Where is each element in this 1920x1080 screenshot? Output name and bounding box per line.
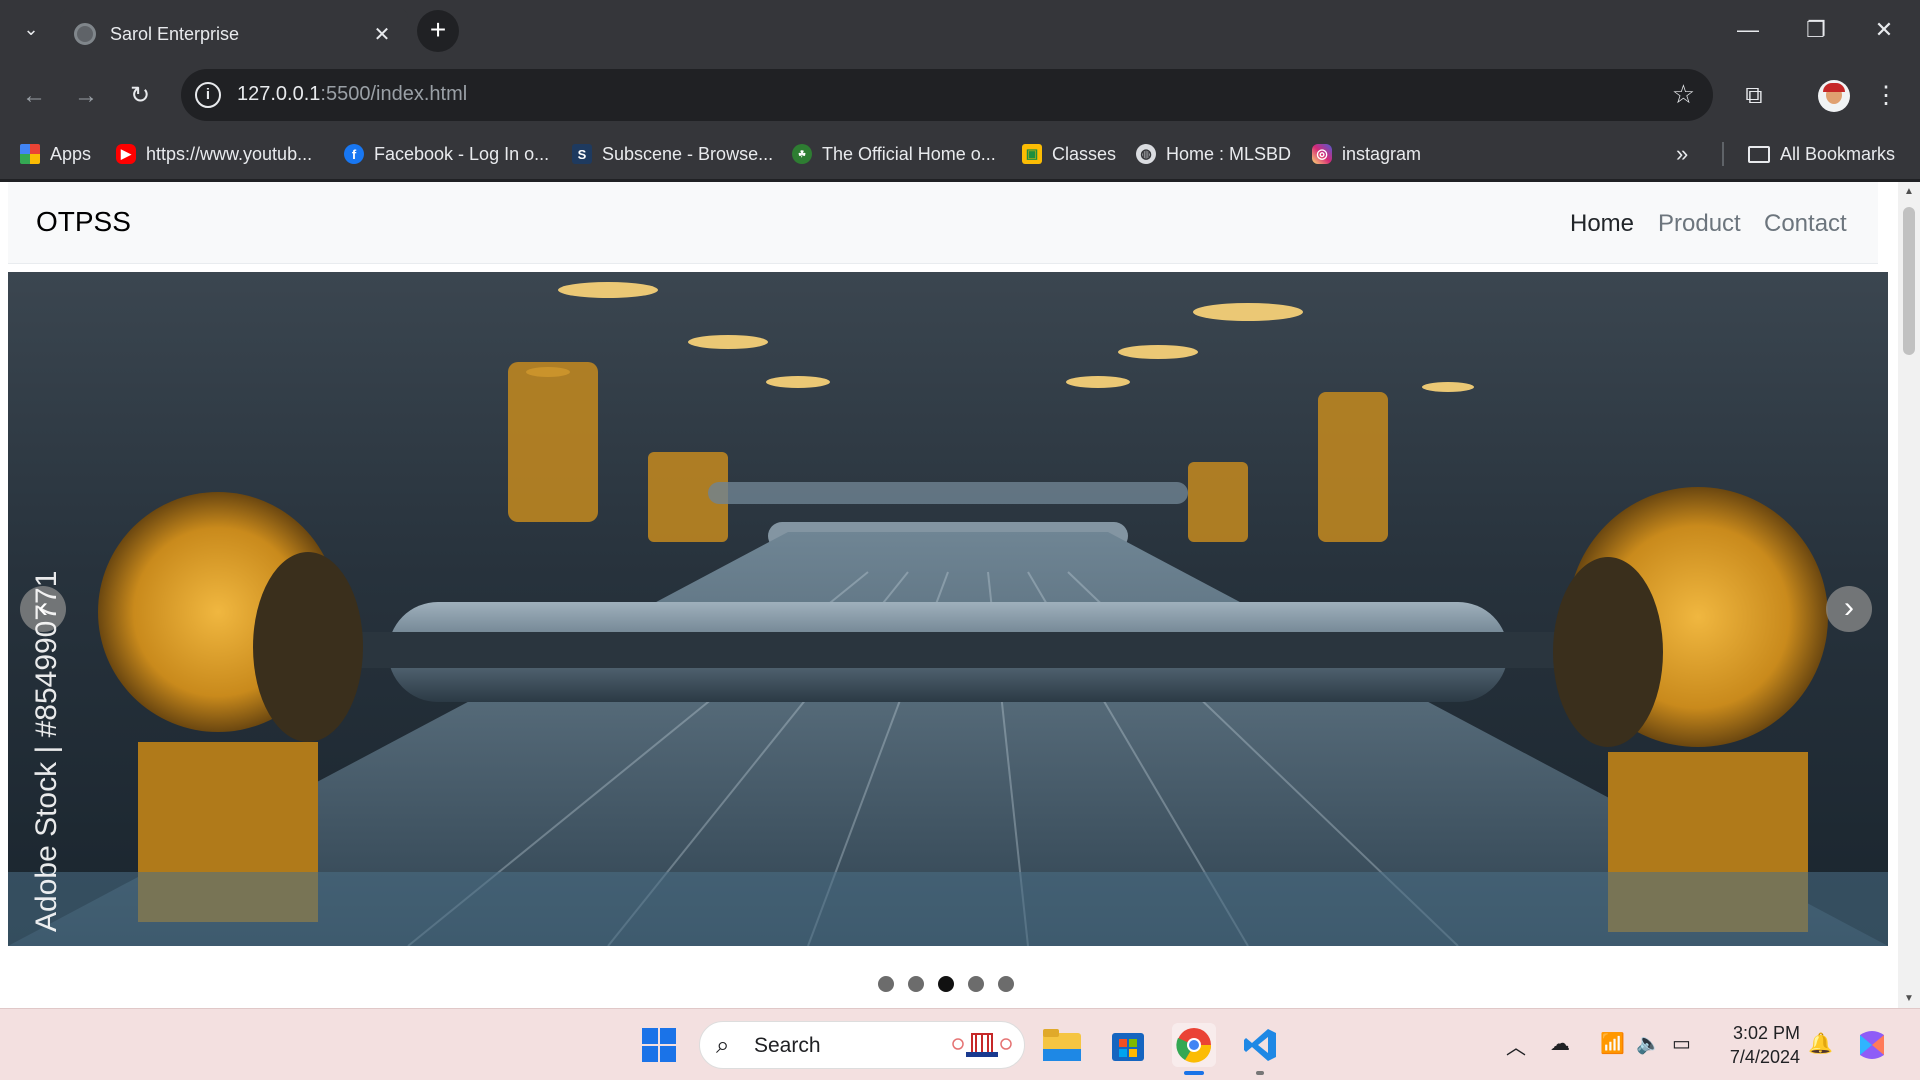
globe-icon: ◍ <box>1136 144 1156 164</box>
chrome-taskbar-icon[interactable] <box>1172 1023 1216 1067</box>
menu-kebab-icon[interactable]: ⋮ <box>1866 76 1906 116</box>
official-home-icon: ☘ <box>792 144 812 164</box>
apps-grid-icon <box>20 144 40 164</box>
nav-link-contact[interactable]: Contact <box>1764 210 1847 238</box>
carousel-indicator-2[interactable] <box>908 976 924 992</box>
bookmark-subscene[interactable]: S Subscene - Browse... <box>572 140 773 168</box>
vscode-icon[interactable] <box>1238 1023 1282 1067</box>
page-scrollbar[interactable]: ▲ ▼ <box>1898 182 1920 1008</box>
taskbar-search-placeholder: Search <box>754 1034 821 1057</box>
minimize-icon[interactable]: — <box>1714 10 1782 50</box>
subscene-icon: S <box>572 144 592 164</box>
volume-icon[interactable]: 🔈 <box>1636 1031 1661 1056</box>
bookmarks-divider <box>1722 142 1724 166</box>
onedrive-cloud-icon[interactable]: ☁ <box>1550 1031 1570 1056</box>
stock-watermark: Adobe Stock | #854990771 <box>30 570 63 932</box>
bookmark-youtube[interactable]: ▶ https://www.youtub... <box>116 140 312 168</box>
bookmarks-bar: Apps ▶ https://www.youtub... f Facebook … <box>0 128 1920 180</box>
address-bar[interactable]: i 127.0.0.1:5500/index.html ☆ <box>181 69 1713 121</box>
bookmark-instagram[interactable]: ◎ instagram <box>1312 140 1421 168</box>
file-explorer-icon[interactable] <box>1040 1023 1084 1067</box>
scroll-up-arrow-icon[interactable]: ▲ <box>1904 186 1914 197</box>
carousel-indicator-3[interactable] <box>938 976 954 992</box>
wifi-icon[interactable]: 📶 <box>1600 1031 1625 1056</box>
bookmark-official-home[interactable]: ☘ The Official Home o... <box>792 140 996 168</box>
copilot-icon[interactable] <box>1850 1023 1894 1067</box>
extensions-puzzle-icon[interactable]: ⧉ <box>1734 76 1774 116</box>
carousel-indicator-1[interactable] <box>878 976 894 992</box>
youtube-icon: ▶ <box>116 144 136 164</box>
show-hidden-icons-chevron-icon[interactable]: ︿ <box>1506 1031 1526 1060</box>
notification-bell-icon[interactable]: 🔔 <box>1808 1031 1833 1056</box>
taskbar-clock[interactable]: 3:02 PM 7/4/2024 <box>1712 1021 1800 1069</box>
web-page: OTPSS Home Product Contact ‹ › Adobe Sto… <box>0 182 1898 1008</box>
search-icon: ⌕ <box>716 1032 730 1059</box>
chrome-active-indicator <box>1184 1071 1204 1075</box>
globe-favicon-icon <box>74 23 96 45</box>
new-tab-button[interactable]: + <box>417 10 459 52</box>
vscode-open-indicator <box>1256 1071 1264 1075</box>
nav-link-product[interactable]: Product <box>1658 210 1741 238</box>
instagram-icon: ◎ <box>1312 144 1332 164</box>
facebook-icon: f <box>344 144 364 164</box>
bookmark-classes[interactable]: ▣ Classes <box>1022 140 1116 168</box>
carousel-slide-image <box>8 272 1888 946</box>
tab-search-chevron-icon[interactable]: ⌄ <box>16 14 46 44</box>
tab-close-icon[interactable]: ✕ <box>368 22 396 47</box>
site-info-icon[interactable]: i <box>195 82 221 108</box>
site-brand[interactable]: OTPSS <box>36 206 131 238</box>
nav-link-home[interactable]: Home <box>1570 210 1634 238</box>
bookmark-star-icon[interactable]: ☆ <box>1672 79 1695 110</box>
scrollbar-thumb[interactable] <box>1903 207 1915 355</box>
hero-carousel: ‹ › Adobe Stock | #854990771 <box>8 272 1888 946</box>
tab-strip: ⌄ Sarol Enterprise ✕ + — ❐ ✕ <box>0 0 1920 60</box>
windows-start-icon[interactable] <box>637 1023 681 1067</box>
browser-tab[interactable]: Sarol Enterprise ✕ <box>60 8 408 60</box>
clock-date: 7/4/2024 <box>1729 1047 1800 1067</box>
folder-icon <box>1748 145 1770 163</box>
tab-title: Sarol Enterprise <box>110 23 240 44</box>
carousel-indicators <box>878 976 1014 992</box>
url-text[interactable]: 127.0.0.1:5500/index.html <box>237 83 467 106</box>
reload-icon[interactable]: ↻ <box>120 76 160 116</box>
carousel-indicator-5[interactable] <box>998 976 1014 992</box>
bookmark-mlsbd[interactable]: ◍ Home : MLSBD <box>1136 140 1291 168</box>
search-highlight-hat-icon <box>952 1033 1012 1057</box>
carousel-indicator-4[interactable] <box>968 976 984 992</box>
microsoft-store-icon[interactable] <box>1106 1023 1150 1067</box>
close-window-icon[interactable]: ✕ <box>1850 10 1918 50</box>
more-bookmarks-chevron-icon[interactable]: » <box>1676 140 1688 168</box>
battery-icon[interactable]: ▭ <box>1672 1031 1691 1056</box>
carousel-next-button[interactable]: › <box>1826 586 1872 632</box>
back-arrow-icon[interactable]: ← <box>14 76 54 116</box>
scroll-down-arrow-icon[interactable]: ▼ <box>1904 993 1914 1004</box>
profile-avatar[interactable] <box>1818 80 1850 112</box>
bookmark-apps[interactable]: Apps <box>20 140 91 168</box>
restore-icon[interactable]: ❐ <box>1782 10 1850 50</box>
forward-arrow-icon[interactable]: → <box>66 76 106 116</box>
site-navbar: OTPSS Home Product Contact <box>8 182 1878 264</box>
clock-time: 3:02 PM <box>1732 1023 1800 1043</box>
taskbar-search[interactable]: ⌕ Search <box>699 1021 1025 1069</box>
bookmark-facebook[interactable]: f Facebook - Log In o... <box>344 140 549 168</box>
all-bookmarks-button[interactable]: All Bookmarks <box>1748 140 1895 168</box>
classroom-icon: ▣ <box>1022 144 1042 164</box>
windows-taskbar: ⌕ Search ︿ ☁ 📶 🔈 ▭ 3:02 PM 7/4/2024 🔔 <box>0 1008 1920 1080</box>
